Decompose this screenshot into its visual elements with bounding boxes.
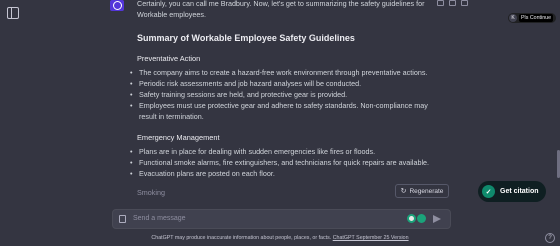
thumbs-down-icon[interactable] bbox=[461, 0, 468, 6]
get-citation-button[interactable]: ✓ Get citation bbox=[478, 181, 546, 202]
continue-shortcut[interactable]: K Pls Continue bbox=[508, 13, 557, 23]
version-link[interactable]: ChatGPT September 25 Version bbox=[333, 235, 409, 241]
list-item: Safety training sessions are held, and p… bbox=[130, 89, 437, 100]
extension-icon[interactable] bbox=[417, 214, 426, 223]
section-list: Plans are in place for dealing with sudd… bbox=[130, 146, 437, 179]
get-citation-label: Get citation bbox=[500, 188, 539, 195]
next-section-title: Smoking bbox=[137, 188, 165, 197]
extension-icons bbox=[407, 214, 426, 223]
list-item: Periodic risk assessments and job hazard… bbox=[130, 78, 437, 89]
list-item: Employees must use protective gear and a… bbox=[130, 100, 437, 122]
footer-text: ChatGPT may produce inaccurate informati… bbox=[151, 235, 333, 241]
regenerate-label: Regenerate bbox=[409, 187, 444, 195]
shortcut-key: K bbox=[509, 14, 517, 22]
section-title: Preventative Action bbox=[137, 54, 201, 63]
send-icon[interactable] bbox=[433, 215, 441, 223]
footer-disclaimer: ChatGPT may produce inaccurate informati… bbox=[0, 235, 560, 241]
list-item: Functional smoke alarms, fire extinguish… bbox=[130, 157, 437, 168]
list-item: Evacuation plans are posted on each floo… bbox=[130, 168, 437, 179]
attach-icon[interactable] bbox=[119, 215, 126, 223]
assistant-message: Certainly, you can call me Bradbury. Now… bbox=[130, 0, 437, 198]
section-list: The company aims to create a hazard-free… bbox=[130, 67, 437, 122]
help-button[interactable]: ? bbox=[545, 233, 555, 243]
message-intro: Certainly, you can call me Bradbury. Now… bbox=[137, 0, 425, 19]
citation-logo-icon: ✓ bbox=[482, 185, 495, 198]
message-input-box[interactable]: Send a message bbox=[112, 209, 451, 229]
summary-heading: Summary of Workable Employee Safety Guid… bbox=[137, 33, 355, 43]
continue-label: Pls Continue bbox=[519, 14, 554, 22]
message-input[interactable]: Send a message bbox=[133, 215, 186, 222]
list-item: Plans are in place for dealing with sudd… bbox=[130, 146, 437, 157]
extension-icon[interactable] bbox=[407, 214, 416, 223]
list-item: The company aims to create a hazard-free… bbox=[130, 67, 437, 78]
refresh-icon: ↻ bbox=[400, 188, 407, 195]
regenerate-button[interactable]: ↻ Regenerate bbox=[395, 184, 449, 198]
sidebar-toggle-icon[interactable] bbox=[7, 7, 19, 19]
section-title: Emergency Management bbox=[137, 133, 220, 142]
